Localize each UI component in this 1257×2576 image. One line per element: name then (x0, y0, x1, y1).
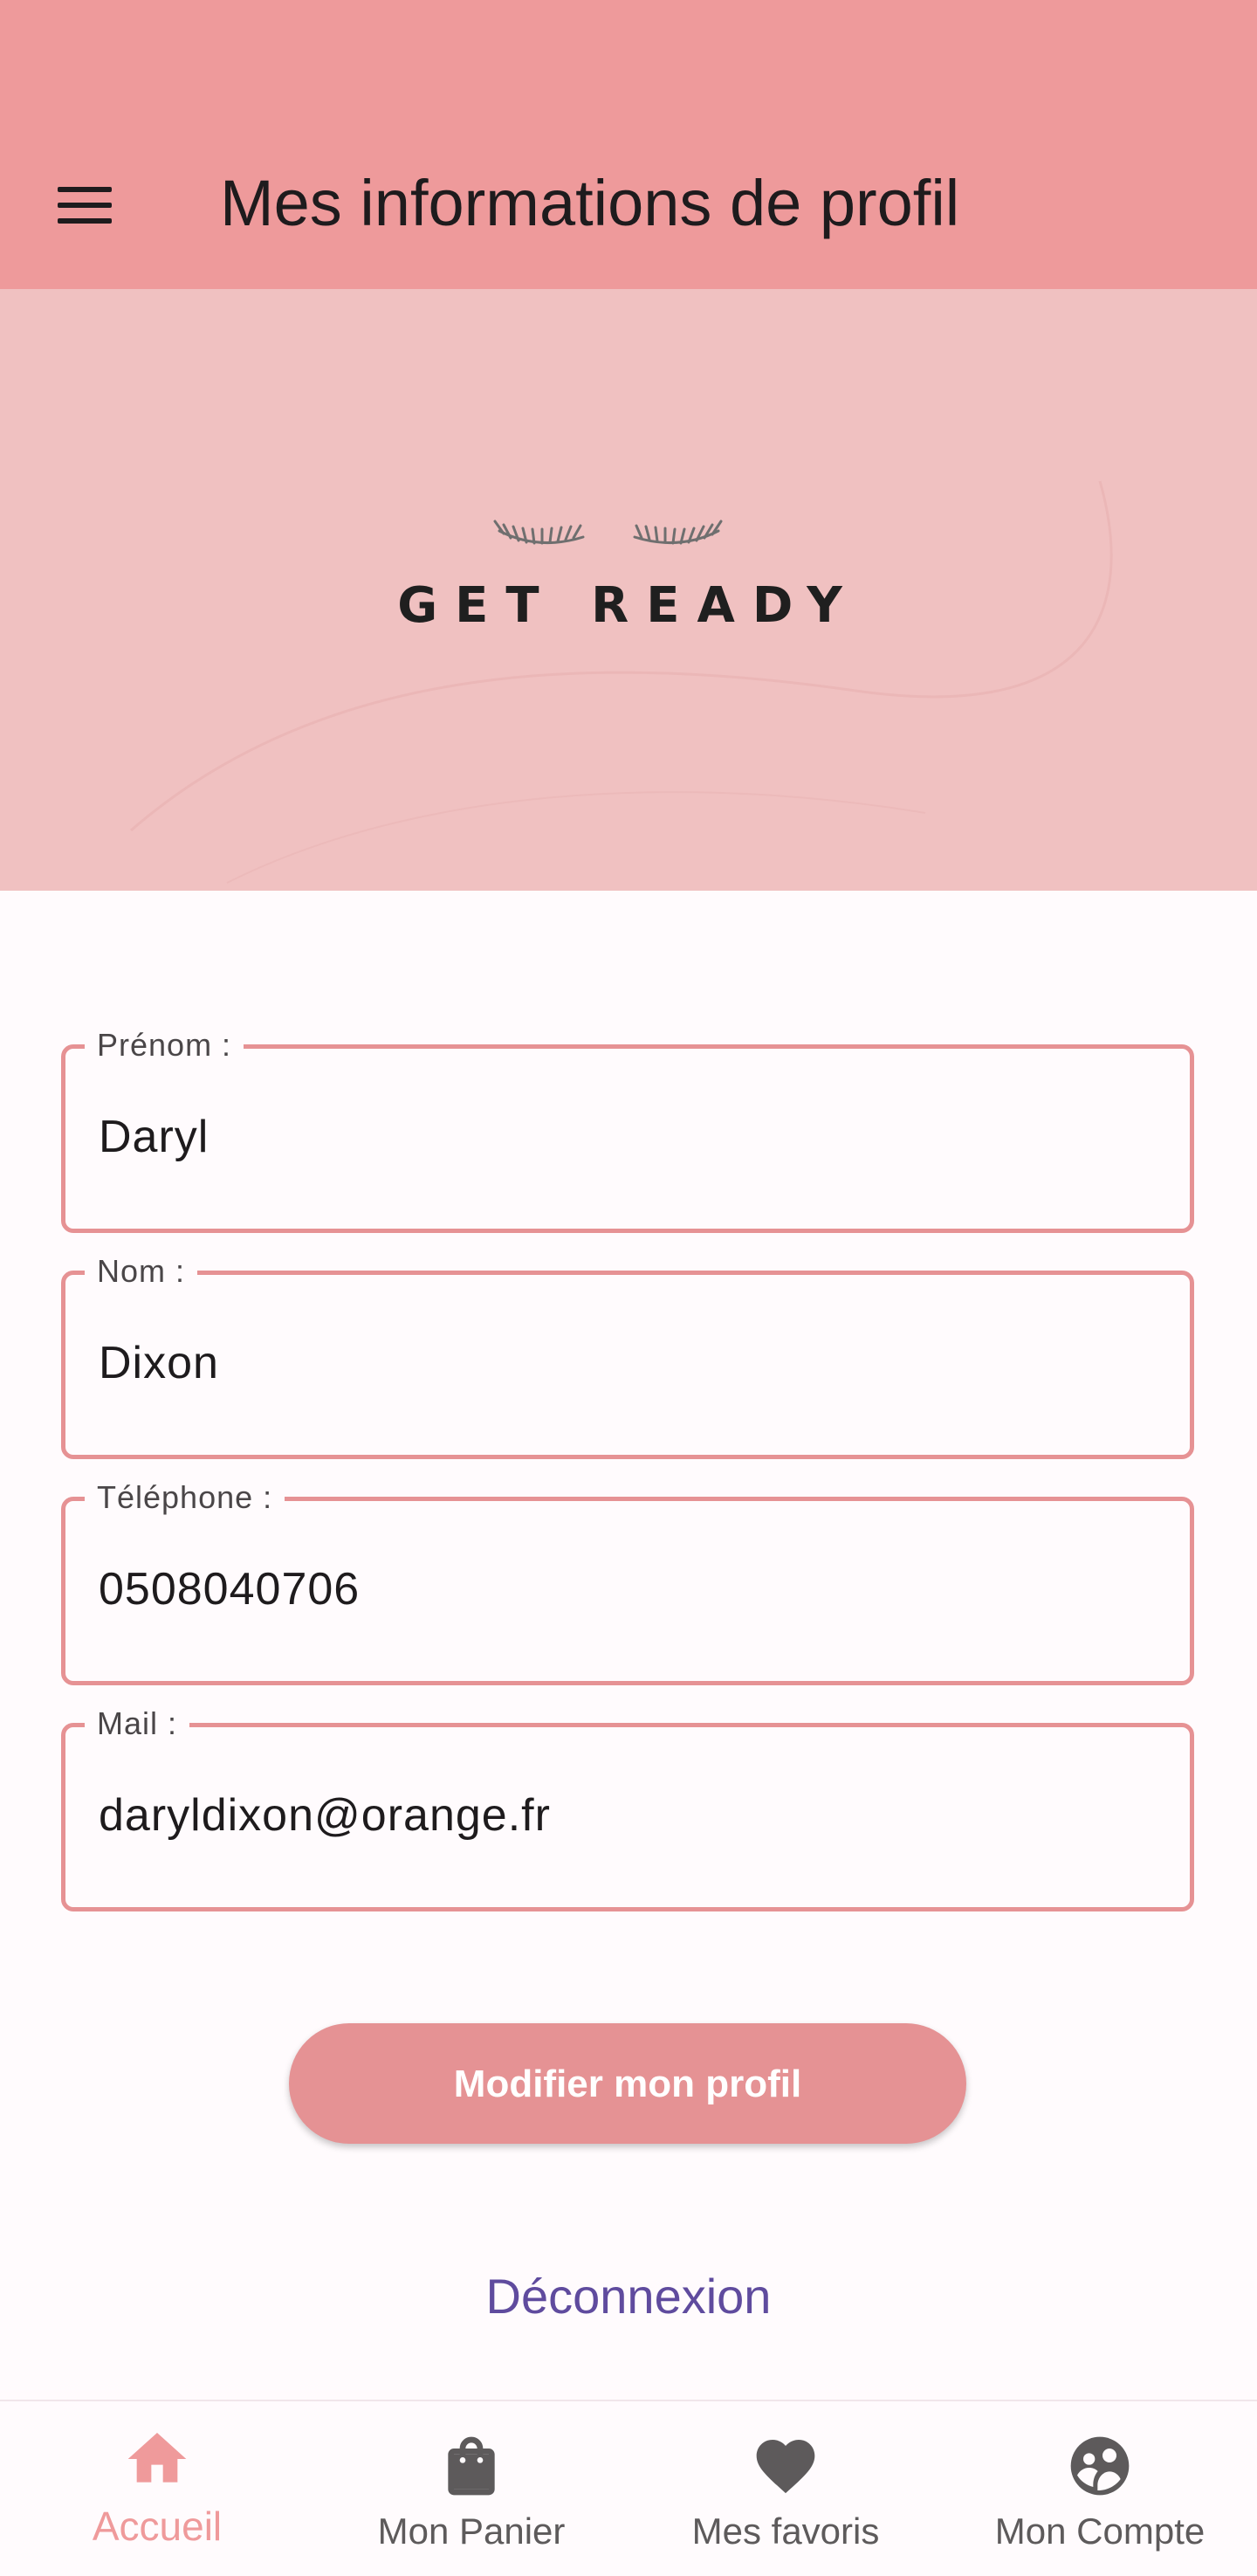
bottom-navigation: Accueil Mon Panier Mes favoris Mon Compt… (0, 2400, 1257, 2576)
phone-field: Téléphone : (61, 1477, 1194, 1685)
email-input[interactable] (99, 1776, 1129, 1855)
last-name-field: Nom : (61, 1250, 1194, 1459)
first-name-field: Prénom : (61, 1024, 1194, 1233)
nav-label-favorites: Mes favoris (691, 2511, 880, 2552)
last-name-input[interactable] (99, 1324, 1129, 1402)
first-name-label: Prénom : (85, 1024, 244, 1066)
last-name-label: Nom : (85, 1250, 198, 1292)
logout-link[interactable]: Déconnexion (0, 2267, 1257, 2326)
menu-icon (58, 187, 112, 192)
edit-profile-button[interactable]: Modifier mon profil (289, 2023, 966, 2144)
app-bar: Mes informations de profil (0, 0, 1257, 289)
phone-input[interactable] (99, 1550, 1129, 1629)
menu-button[interactable] (54, 175, 117, 238)
phone-label: Téléphone : (85, 1477, 285, 1519)
shopping-bag-icon (448, 2436, 495, 2496)
page-title: Mes informations de profil (220, 167, 960, 239)
nav-item-account[interactable]: Mon Compte (943, 2401, 1257, 2576)
nav-item-cart[interactable]: Mon Panier (314, 2401, 628, 2576)
heart-icon (756, 2440, 815, 2494)
account-group-icon (1070, 2436, 1130, 2496)
email-field: Mail : (61, 1703, 1194, 1911)
first-name-input[interactable] (99, 1098, 1129, 1176)
nav-item-home[interactable]: Accueil (0, 2401, 314, 2576)
nav-label-cart: Mon Panier (377, 2511, 566, 2552)
brand-logo-text: GET READY (397, 577, 860, 634)
nav-item-favorites[interactable]: Mes favoris (628, 2401, 943, 2576)
home-icon (127, 2433, 187, 2483)
nav-label-account: Mon Compte (994, 2511, 1205, 2552)
nav-label-home: Accueil (92, 2504, 223, 2549)
banner: GET READY (0, 289, 1257, 891)
email-label: Mail : (85, 1703, 190, 1745)
